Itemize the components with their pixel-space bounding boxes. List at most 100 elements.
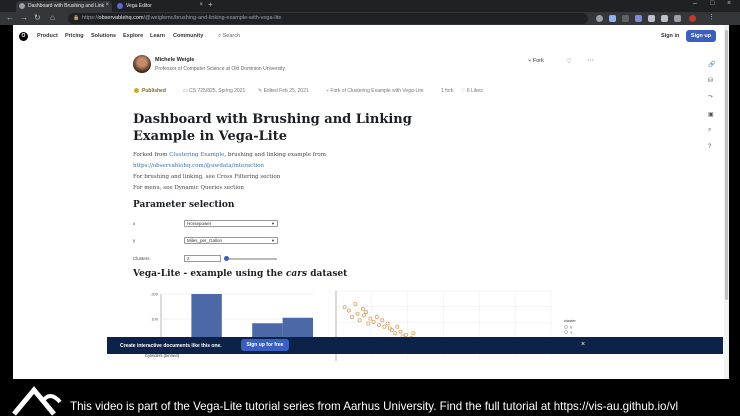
forks-count[interactable]: 1 fork (441, 88, 454, 94)
link-uwdata-interaction[interactable]: https://observablehq.com/@uwdata/interac… (133, 163, 264, 169)
maximize-icon[interactable]: □ (710, 0, 714, 7)
vl-heading-pre: Vega-Lite - example using the (133, 269, 286, 279)
clusters-slider-track[interactable] (227, 258, 277, 260)
help-icon[interactable]: ? (708, 144, 711, 150)
signup-free-button[interactable]: Sign up for free (241, 339, 289, 351)
sign-in-link[interactable]: Sign in (661, 33, 679, 39)
star-bookmark-icon[interactable] (609, 15, 616, 22)
legend-title: cluster (564, 318, 576, 323)
link-icon[interactable]: 🔗 (708, 61, 715, 68)
sign-up-button[interactable]: Sign up (686, 30, 716, 42)
extension-icon[interactable] (622, 15, 629, 22)
more-options-button[interactable]: ··· (587, 57, 594, 64)
y-tick-label: 200 (151, 292, 158, 297)
text-brushing-example: , brushing and linking example from (224, 152, 326, 158)
collection-link[interactable]: ▭ CS 725/825, Spring 2021 (183, 88, 245, 94)
nav-solutions[interactable]: Solutions (91, 33, 116, 39)
close-banner-icon[interactable]: × (581, 341, 585, 348)
search-notebook-icon[interactable]: ⌕ (708, 127, 711, 134)
close-tab-icon[interactable]: × (199, 2, 203, 8)
vl-heading-post: dataset (307, 269, 348, 279)
likes-label: 6 Likes (466, 88, 483, 94)
edited-date: ✎ Edited Feb 25, 2021 (258, 88, 309, 94)
param-x-value: Horsepower (187, 221, 212, 226)
section-heading-vegalite: Vega-Lite - example using the cars datas… (133, 269, 347, 279)
clusters-slider-thumb[interactable] (224, 256, 229, 261)
edited-label: Edited Feb 25, 2021 (263, 88, 309, 94)
param-x-select[interactable]: Horsepower ▼ (184, 220, 278, 227)
published-badge: Published (142, 88, 166, 94)
forward-icon[interactable]: → (20, 13, 28, 22)
legend-symbol (564, 330, 568, 334)
tab-dashboard[interactable]: Dashboard with Brushing and Link × (16, 1, 112, 12)
extension-icon[interactable] (596, 15, 603, 22)
dependency-icon[interactable]: ⤳ (708, 94, 713, 101)
nav-pricing[interactable]: Pricing (65, 33, 84, 39)
vega-favicon-icon (117, 3, 123, 9)
search-link[interactable]: ⌕ Search (218, 33, 240, 40)
tab-title: Dashboard with Brushing and Link (28, 3, 105, 9)
data-point (382, 324, 387, 329)
param-clusters-input[interactable]: 2 (184, 255, 221, 262)
observable-logo[interactable]: O (19, 32, 28, 41)
paragraph-cross-filtering: For brushing and linking, see Cross Filt… (133, 174, 281, 180)
search-icon: ⌕ (218, 33, 222, 39)
data-point (355, 311, 360, 316)
data-point (371, 319, 376, 324)
observable-page: O Product Pricing Solutions Explore Lear… (13, 25, 724, 379)
page-scrollbar-thumb[interactable] (725, 30, 728, 300)
like-button[interactable]: ♡ (566, 58, 571, 65)
data-point (393, 331, 398, 336)
paragraph-url: https://observablehq.com/@uwdata/interac… (133, 163, 264, 169)
ellipsis-icon: ··· (587, 57, 594, 64)
author-title: Professor of Computer Science at Old Dom… (155, 66, 286, 72)
nav-community[interactable]: Community (173, 33, 203, 39)
paragraph-forked-from: Forked from Clustering Example, brushing… (133, 152, 326, 158)
author-avatar[interactable] (133, 55, 151, 73)
data-point (342, 305, 347, 310)
extension-icon[interactable] (648, 15, 655, 22)
close-window-icon[interactable]: × (727, 0, 731, 7)
data-point (360, 306, 365, 311)
extension-icon[interactable] (661, 15, 668, 22)
profile-avatar[interactable] (689, 15, 696, 22)
tab-vega-editor[interactable]: Vega Editor × (114, 1, 206, 12)
puzzle-icon[interactable] (674, 15, 681, 22)
database-icon[interactable]: ⛁ (708, 77, 713, 84)
fork-button[interactable]: ⑂ Fork (528, 58, 544, 64)
text-forked-from: Forked from (133, 152, 170, 158)
pencil-icon: ✎ (258, 88, 263, 94)
param-x-label: x (133, 221, 136, 226)
address-bar[interactable]: 🔒 https://observablehq.com/@weiglemc/bru… (68, 13, 588, 24)
nav-learn[interactable]: Learn (150, 33, 165, 39)
minimize-icon[interactable]: – (693, 0, 697, 7)
cube-icon[interactable]: ▣ (708, 111, 714, 118)
collection-label: CS 725/825, Spring 2021 (189, 88, 246, 94)
nav-explore[interactable]: Explore (123, 33, 143, 39)
close-tab-icon[interactable]: × (105, 2, 109, 8)
published-dot-icon (134, 88, 139, 93)
reload-icon[interactable]: ↻ (34, 13, 41, 22)
data-point (361, 313, 366, 318)
chevron-down-icon: ▼ (271, 221, 275, 226)
url-host: observablehq.com (98, 15, 144, 21)
legend-symbol (564, 325, 568, 329)
likes-count[interactable]: ♡ 6 Likes (461, 88, 483, 94)
author-name[interactable]: Michele Weigle (155, 57, 194, 63)
data-point (374, 314, 379, 319)
shield-extension-icon[interactable] (635, 15, 642, 22)
back-icon[interactable]: ← (6, 13, 14, 22)
nav-product[interactable]: Product (37, 33, 58, 39)
param-y-value: Miles_per_Gallon (187, 238, 223, 243)
new-tab-icon[interactable]: + (208, 0, 213, 9)
fork-of-link[interactable]: ⑂ Fork of Clustering Example with Vega-L… (326, 88, 424, 94)
data-point (398, 329, 403, 334)
link-clustering-example[interactable]: Clustering Example (169, 152, 224, 158)
browser-menu-icon[interactable]: ⋮ (708, 13, 715, 21)
search-label: Search (222, 33, 241, 39)
fork-of-label: Fork of Clustering Example with Vega-Lit… (330, 88, 424, 94)
home-icon[interactable]: ⌂ (50, 13, 55, 22)
data-point (411, 331, 416, 336)
folder-icon: ▭ (183, 88, 188, 94)
param-y-select[interactable]: Miles_per_Gallon ▼ (184, 237, 278, 244)
